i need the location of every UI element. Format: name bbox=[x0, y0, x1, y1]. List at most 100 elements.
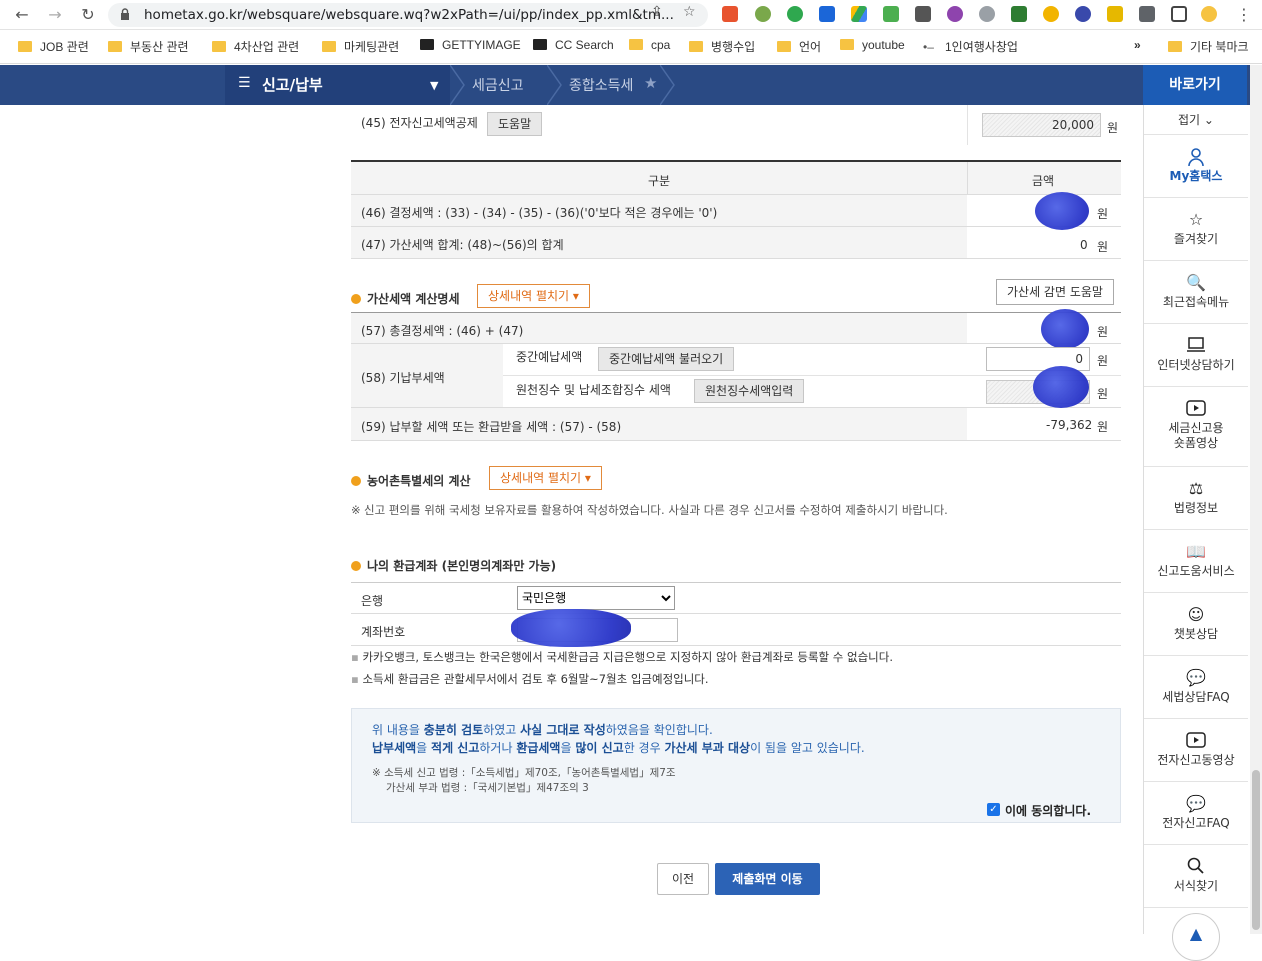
row-label: (57) 총결정세액 : (46) + (47) bbox=[361, 324, 524, 338]
extension-icon[interactable] bbox=[915, 6, 931, 22]
reload-icon[interactable]: ↻ bbox=[78, 5, 98, 25]
help-button[interactable]: 도움말 bbox=[487, 112, 543, 136]
agree-checkbox[interactable]: ✓ bbox=[987, 803, 1000, 816]
quick-item-favorites[interactable]: ☆ 즐겨찾기 bbox=[1144, 198, 1248, 261]
redacted-value bbox=[1035, 192, 1089, 230]
bookmark-folder[interactable]: JOB 관련 bbox=[18, 38, 89, 55]
bookmark-folder[interactable]: 언어 bbox=[777, 38, 821, 55]
bookmark-folder[interactable]: youtube bbox=[840, 38, 905, 52]
folder-icon bbox=[108, 41, 122, 52]
quick-item-chatbot[interactable]: ☺ 챗봇상담 bbox=[1144, 593, 1248, 656]
extension-icon[interactable] bbox=[722, 6, 738, 22]
row-47: (47) 가산세액 합계: (48)~(56)의 합계 0 원 bbox=[351, 227, 1121, 259]
link-icon: •– bbox=[923, 40, 934, 54]
folder-icon bbox=[212, 41, 226, 52]
chatbot-icon: ☺ bbox=[1187, 605, 1205, 624]
bank-row: 은행 bbox=[351, 582, 1121, 614]
share-icon[interactable]: ⇪ bbox=[651, 4, 663, 20]
quick-menu-title: 바로가기 bbox=[1143, 65, 1247, 105]
evernote-icon[interactable] bbox=[787, 6, 803, 22]
agreement-box: 위 내용을 충분히 검토하였고 사실 그대로 작성하였음을 확인합니다. 납부세… bbox=[351, 708, 1121, 823]
quick-item-e-filing-faq[interactable]: 💬 전자신고FAQ bbox=[1144, 782, 1248, 845]
extension-icon[interactable] bbox=[1043, 6, 1059, 22]
star-icon: ☆ bbox=[1188, 210, 1204, 229]
expand-rural-tax-button[interactable]: 상세내역 펼치기 ▾ bbox=[489, 466, 602, 490]
collapse-button[interactable]: 접기 ⌄ bbox=[1144, 105, 1248, 135]
menu-title[interactable]: 신고/납부 bbox=[262, 74, 323, 95]
page-scrollbar[interactable] bbox=[1250, 65, 1262, 934]
bookmark-folder[interactable]: 4차산업 관련 bbox=[212, 38, 299, 55]
scroll-top-button[interactable]: ▲ bbox=[1172, 913, 1220, 961]
quick-item-shortform-video[interactable]: 세금신고용 숏폼영상 bbox=[1144, 387, 1248, 467]
quick-item-form-search[interactable]: 서식찾기 bbox=[1144, 845, 1248, 908]
extension-icon[interactable] bbox=[1075, 6, 1091, 22]
chevron-down-icon[interactable]: ▼ bbox=[430, 79, 438, 92]
bitwarden-icon[interactable] bbox=[819, 6, 835, 22]
reference-mark-icon: ※ bbox=[351, 503, 361, 517]
bookmark-folder[interactable]: cpa bbox=[629, 38, 670, 52]
quick-item-my-hometax[interactable]: My홈택스 bbox=[1144, 135, 1248, 198]
bookmark-folder[interactable]: 병행수입 bbox=[689, 38, 755, 55]
bookmark-folder[interactable]: 기타 북마크 bbox=[1168, 38, 1249, 55]
favorite-star-icon[interactable]: ★ bbox=[644, 74, 657, 92]
extension-icon[interactable] bbox=[1011, 6, 1027, 22]
quick-item-online-consult[interactable]: 인터넷상담하기 bbox=[1144, 324, 1248, 387]
bank-select[interactable]: 국민은행 bbox=[517, 586, 675, 610]
previous-button[interactable]: 이전 bbox=[657, 863, 709, 895]
folder-icon bbox=[1168, 41, 1182, 52]
extension-icon[interactable] bbox=[755, 6, 771, 22]
quick-item-tax-faq[interactable]: 💬 세법상담FAQ bbox=[1144, 656, 1248, 719]
speech-bubble-icon: 💬 bbox=[1186, 668, 1206, 687]
bookmark-folder[interactable]: 마케팅관련 bbox=[322, 38, 399, 55]
submit-screen-button[interactable]: 제출화면 이동 bbox=[715, 863, 820, 895]
bookmark-link[interactable]: CC Search bbox=[533, 38, 614, 52]
sidepanel-icon[interactable] bbox=[1171, 6, 1187, 22]
breadcrumb-separator bbox=[660, 65, 675, 105]
breadcrumb-separator bbox=[547, 65, 562, 105]
more-bookmarks-icon[interactable]: » bbox=[1134, 38, 1141, 52]
quick-item-recent-menu[interactable]: 🔍 최근접속메뉴 bbox=[1144, 261, 1248, 324]
bookmark-link[interactable]: •– 1인여행사창업 bbox=[923, 38, 1018, 55]
breadcrumb-income-tax[interactable]: 종합소득세 bbox=[569, 75, 633, 95]
globe-icon[interactable] bbox=[979, 6, 995, 22]
address-bar[interactable]: hometax.go.kr/websquare/websquare.wq?w2x… bbox=[108, 3, 708, 27]
row-59: (59) 납부할 세액 또는 환급받을 세액 : (57) - (58) -79… bbox=[351, 408, 1121, 441]
row-58: (58) 기납부세액 중간예납세액 중간예납세액 불러오기 0 원 원천징수 및… bbox=[351, 344, 1121, 408]
kebab-menu-icon[interactable]: ⋮ bbox=[1234, 5, 1254, 25]
drive-icon[interactable] bbox=[851, 6, 867, 22]
forward-icon[interactable]: → bbox=[45, 5, 65, 25]
scrollbar-thumb[interactable] bbox=[1252, 770, 1260, 930]
bookmark-folder[interactable]: 부동산 관련 bbox=[108, 38, 189, 55]
expand-penalty-button[interactable]: 상세내역 펼치기 ▾ bbox=[477, 284, 590, 308]
extension-icon[interactable] bbox=[883, 6, 899, 22]
interim-prepayment-input[interactable]: 0 bbox=[986, 347, 1090, 371]
url-text: hometax.go.kr/websquare/websquare.wq?w2x… bbox=[144, 7, 674, 23]
load-interim-prepayment-button[interactable]: 중간예납세액 불러오기 bbox=[598, 347, 735, 371]
quick-item-e-filing-video[interactable]: 전자신고동영상 bbox=[1144, 719, 1248, 782]
row-57: (57) 총결정세액 : (46) + (47) 원 bbox=[351, 309, 1121, 349]
speech-bubble-icon: 💬 bbox=[1186, 794, 1206, 813]
bookmark-star-icon[interactable]: ☆ bbox=[683, 4, 696, 20]
quick-item-filing-help[interactable]: 📖 신고도움서비스 bbox=[1144, 530, 1248, 593]
profile-avatar[interactable] bbox=[1201, 6, 1217, 22]
extension-icon[interactable] bbox=[1107, 6, 1123, 22]
back-icon[interactable]: ← bbox=[12, 5, 32, 25]
folder-icon bbox=[322, 41, 336, 52]
lock-icon bbox=[121, 8, 129, 20]
puzzle-icon[interactable] bbox=[1139, 6, 1155, 22]
unit-won: 원 bbox=[1097, 240, 1109, 254]
hamburger-icon[interactable]: ☰ bbox=[238, 75, 251, 91]
withholding-tax-label: 원천징수 및 납세조합징수 세액 bbox=[516, 383, 671, 397]
agree-label[interactable]: 이에 동의합니다. bbox=[1005, 802, 1091, 819]
notice-text: 신고 편의를 위해 국세청 보유자료를 활용하여 작성하였습니다. 사실과 다른… bbox=[364, 503, 948, 517]
extension-icon[interactable] bbox=[947, 6, 963, 22]
penalty-reduction-help-button[interactable]: 가산세 감면 도움말 bbox=[996, 279, 1114, 305]
withholding-tax-input-button[interactable]: 원천징수세액입력 bbox=[694, 379, 805, 403]
unit-won: 원 bbox=[1097, 354, 1109, 368]
account-row: 계좌번호 bbox=[351, 609, 1121, 647]
quick-menu: 접기 ⌄ My홈택스 ☆ 즐겨찾기 🔍 최근접속메뉴 인터넷상담하기 세금신고용… bbox=[1143, 105, 1248, 961]
breadcrumb-tax-filing[interactable]: 세금신고 bbox=[472, 75, 524, 95]
gavel-icon: ⚖ bbox=[1188, 479, 1204, 498]
bookmark-link[interactable]: GETTYIMAGE bbox=[420, 38, 521, 52]
quick-item-law-info[interactable]: ⚖ 법령정보 bbox=[1144, 467, 1248, 530]
